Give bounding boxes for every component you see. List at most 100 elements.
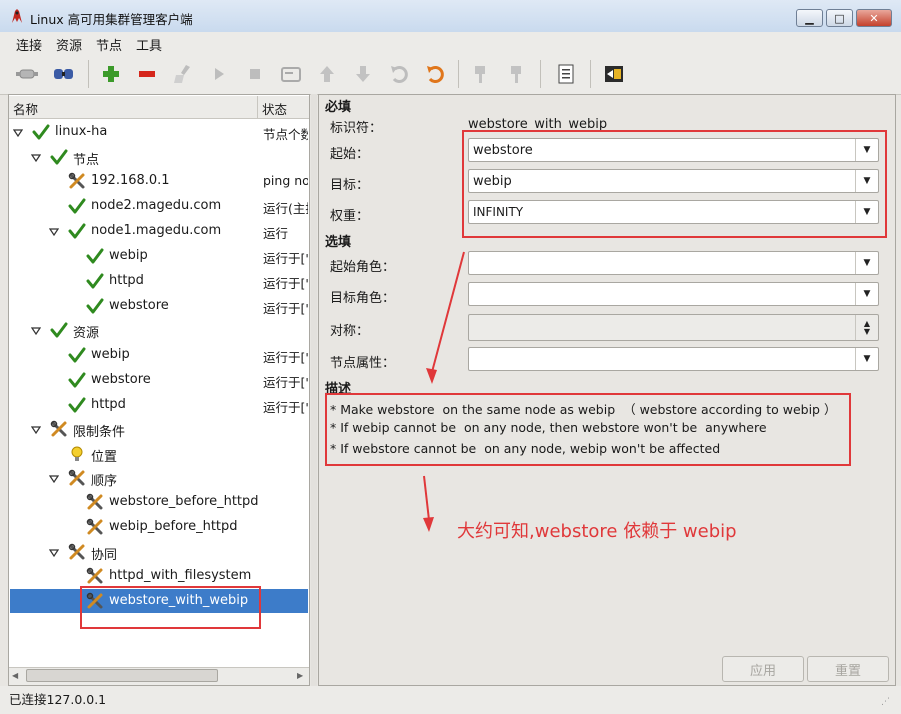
tree-row[interactable]: webstore 运行于['n [10, 368, 308, 392]
scroll-right-icon[interactable]: ▶ [297, 671, 303, 680]
tree-row[interactable]: httpd 运行于['n [10, 393, 308, 417]
start-button[interactable] [206, 62, 232, 86]
symmetric-label: 对称： [330, 324, 370, 339]
menu-connect[interactable]: 连接 [16, 35, 42, 54]
tree-row-label: 节点 [73, 153, 100, 168]
exit-button[interactable] [601, 62, 627, 86]
tree-row-label: linux-ha [55, 124, 108, 139]
menu-resources[interactable]: 资源 [56, 35, 82, 54]
tree-row[interactable]: 资源 [10, 318, 308, 342]
tree-row-label: node1.magedu.com [91, 223, 222, 238]
id-label: 标识符： [330, 121, 383, 136]
symmetric-select[interactable]: ▲ ▼ [468, 314, 879, 341]
resize-grip-icon[interactable]: ⋰ [881, 697, 890, 707]
node-attribute-select[interactable]: ▼ [468, 347, 879, 371]
tree-row[interactable]: httpd 运行于['n [10, 269, 308, 293]
tree-row[interactable]: 节点 [10, 145, 308, 169]
tree-row[interactable]: webip 运行于['n [10, 244, 308, 268]
exit-icon [605, 66, 623, 82]
tree-row[interactable]: 位置 [10, 442, 308, 466]
expand-toggle-icon[interactable] [12, 126, 24, 138]
tree-row[interactable]: node2.magedu.com 运行(主持) [10, 194, 308, 218]
tree-row[interactable]: webstore 运行于['n [10, 294, 308, 318]
close-button[interactable]: ✕ [856, 9, 892, 27]
tree-row-label: 顺序 [91, 474, 118, 489]
tools-icon [68, 543, 86, 561]
tree-row[interactable]: linux-ha 节点个数 [10, 120, 308, 144]
updown-icon[interactable]: ▲ ▼ [855, 315, 878, 340]
expand-toggle-icon[interactable] [48, 225, 60, 237]
from-label: 起始： [330, 147, 370, 162]
tree-row[interactable]: webip_before_httpd [10, 515, 308, 539]
toolbar-separator [540, 60, 541, 88]
add-button[interactable] [98, 62, 124, 86]
connect-button[interactable] [14, 62, 40, 86]
apply-button[interactable]: 应用 [722, 656, 804, 682]
remove-button[interactable] [134, 62, 160, 86]
expand-toggle-icon[interactable] [30, 423, 42, 435]
annotation-arrow-icon [423, 475, 434, 532]
unmigrate-button[interactable] [504, 62, 530, 86]
move-down-button[interactable] [350, 62, 376, 86]
tree-row-label: webstore [91, 372, 151, 387]
to-role-select[interactable]: ▼ [468, 282, 879, 306]
undo-button[interactable] [386, 62, 412, 86]
tree-row-status: 运行于['n [263, 400, 308, 415]
annotation-box-selected [80, 586, 261, 629]
expand-toggle-icon[interactable] [30, 324, 42, 336]
tree-row[interactable]: webstore_before_httpd [10, 490, 308, 514]
menu-tools[interactable]: 工具 [136, 35, 162, 54]
tree-row[interactable]: 192.168.0.1 ping node [10, 169, 308, 193]
default-button[interactable] [278, 62, 304, 86]
optional-section-title: 选填 [325, 235, 352, 250]
reset-button[interactable]: 重置 [807, 656, 889, 682]
tree-row-label: webip [109, 248, 148, 263]
expand-toggle-icon[interactable] [48, 472, 60, 484]
check-icon [86, 247, 104, 265]
tree-row-status: 运行于['n [263, 301, 308, 316]
expand-toggle-icon[interactable] [30, 151, 42, 163]
plus-icon [103, 66, 119, 82]
node-attribute-label: 节点属性： [330, 356, 396, 371]
tree-row-status: 运行(主持) [263, 201, 308, 216]
menu-nodes[interactable]: 节点 [96, 35, 122, 54]
annotation-box-required [462, 130, 887, 238]
check-icon [86, 297, 104, 315]
maximize-button[interactable]: □ [826, 9, 853, 27]
scroll-left-icon[interactable]: ◀ [12, 671, 18, 680]
minimize-icon: ▁ [805, 11, 814, 25]
tree-row[interactable]: node1.magedu.com 运行 [10, 219, 308, 243]
tools-icon [86, 567, 104, 585]
tree-row[interactable]: webip 运行于['n [10, 343, 308, 367]
tree-row-label: webip_before_httpd [109, 519, 238, 534]
from-role-select[interactable]: ▼ [468, 251, 879, 275]
chevron-down-icon[interactable]: ▼ [855, 348, 878, 370]
expand-toggle-icon[interactable] [48, 546, 60, 558]
tree-row-label: webstore [109, 298, 169, 313]
cleanup-button[interactable] [170, 62, 196, 86]
move-up-button[interactable] [314, 62, 340, 86]
stop-button[interactable] [242, 62, 268, 86]
scrollbar-thumb[interactable] [26, 669, 218, 682]
tree-row-label: 资源 [73, 326, 100, 341]
tree-row-status: ping node [263, 173, 308, 188]
column-header-status[interactable]: 状态 [262, 99, 287, 118]
minimize-button[interactable]: ▁ [796, 9, 823, 27]
panel-splitter[interactable] [311, 94, 317, 686]
migrate-button[interactable] [468, 62, 494, 86]
check-icon [50, 321, 68, 339]
view-log-button[interactable] [553, 62, 579, 86]
column-header-name[interactable]: 名称 [13, 99, 38, 118]
tree-row[interactable]: 协同 [10, 540, 308, 564]
disconnect-button[interactable] [50, 62, 76, 86]
pin-icon [475, 66, 485, 83]
chevron-down-icon[interactable]: ▼ [855, 283, 878, 305]
chevron-down-icon[interactable]: ▼ [855, 252, 878, 274]
check-icon [86, 272, 104, 290]
tree-row[interactable]: 顺序 [10, 466, 308, 490]
tree-row[interactable]: httpd_with_filesystem [10, 564, 308, 588]
play-icon [215, 68, 224, 80]
tree-row[interactable]: 限制条件 [10, 417, 308, 441]
unplug-icon [54, 69, 73, 79]
refresh-button[interactable] [422, 62, 448, 86]
